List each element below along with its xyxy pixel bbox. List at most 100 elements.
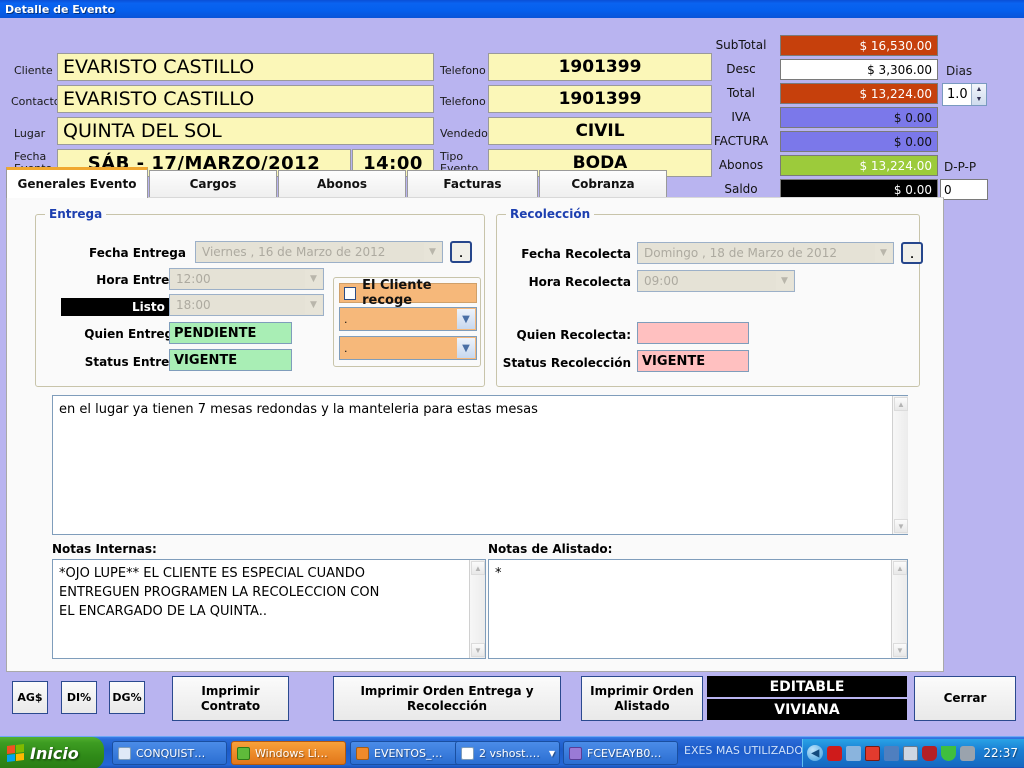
cliente-input[interactable]: EVARISTO CASTILLO bbox=[57, 53, 434, 81]
label-cliente: Cliente bbox=[14, 64, 53, 77]
fecha-recolecta-dot-button[interactable]: . bbox=[901, 242, 923, 264]
mcafee-icon[interactable] bbox=[922, 745, 938, 761]
checkbox-icon[interactable] bbox=[344, 286, 357, 300]
tab-cargos[interactable]: Cargos bbox=[149, 170, 277, 197]
status-recoleccion-input[interactable]: VIGENTE bbox=[637, 350, 749, 372]
notas-internas-textarea[interactable]: *OJO LUPE** EL CLIENTE ES ESPECIAL CUAND… bbox=[52, 559, 486, 659]
taskbar-item-label: 2 vshost.… bbox=[479, 746, 540, 760]
fecha-recolecta-picker[interactable]: Domingo , 18 de Marzo de 2012 ▼ bbox=[637, 242, 894, 264]
quien-recolecta-input[interactable] bbox=[637, 322, 749, 344]
dias-stepper[interactable]: 1.0 ▲ ▼ bbox=[942, 83, 987, 106]
user-offline-icon[interactable] bbox=[846, 745, 862, 761]
cliente-recoge-combo-1[interactable]: . ▼ bbox=[339, 307, 477, 331]
dpp-input[interactable]: 0 bbox=[940, 179, 988, 200]
notas-generales-scrollbar[interactable]: ▲ ▼ bbox=[892, 396, 908, 534]
telefono-2-input[interactable]: 1901399 bbox=[488, 85, 712, 113]
taskbar-item-fceveaybo[interactable]: FCEVEAYB0… bbox=[563, 741, 678, 765]
taskbar-clock[interactable]: 22:37 bbox=[983, 746, 1018, 760]
label-status-recoleccion: Status Recolección bbox=[502, 356, 631, 370]
scroll-down-icon[interactable]: ▼ bbox=[471, 643, 485, 657]
label-dias: Dias bbox=[946, 64, 973, 78]
label-hora-recolecta: Hora Recolecta bbox=[528, 275, 631, 289]
taskbar-group-label: EXES MAS UTILIZADOS bbox=[684, 744, 810, 757]
application-window: Detalle de Evento Cliente EVARISTO CASTI… bbox=[0, 0, 1024, 768]
listo-a-picker[interactable]: 18:00 ▼ bbox=[169, 294, 324, 316]
label-dpp: D-P-P bbox=[944, 160, 977, 174]
taskbar-item-eventos[interactable]: EVENTOS_… bbox=[350, 741, 465, 765]
window-title: Detalle de Evento bbox=[5, 2, 116, 16]
dot-button-label: . bbox=[910, 247, 914, 261]
start-button[interactable]: Inicio bbox=[0, 737, 104, 768]
contacto-input[interactable]: EVARISTO CASTILLO bbox=[57, 85, 434, 113]
document-icon bbox=[118, 746, 131, 760]
hora-recolecta-picker[interactable]: 09:00 ▼ bbox=[637, 270, 795, 292]
telefono-1-input[interactable]: 1901399 bbox=[488, 53, 712, 81]
cliente-recoge-label: El Cliente recoge bbox=[362, 278, 432, 308]
label-desc: Desc bbox=[726, 62, 756, 76]
display-icon[interactable] bbox=[903, 745, 919, 761]
imprimir-contrato-button[interactable]: Imprimir Contrato bbox=[172, 676, 289, 721]
chevron-down-icon[interactable]: ▼ bbox=[875, 244, 892, 262]
tab-abonos[interactable]: Abonos bbox=[278, 170, 406, 197]
tab-cobranza[interactable]: Cobranza bbox=[539, 170, 667, 197]
notas-generales-textarea[interactable]: en el lugar ya tienen 7 mesas redondas y… bbox=[52, 395, 908, 535]
chevron-down-icon[interactable]: ▼ bbox=[776, 272, 793, 290]
hora-entrega-picker[interactable]: 12:00 ▼ bbox=[169, 268, 324, 290]
vendedor-input[interactable]: CIVIL bbox=[488, 117, 712, 145]
notas-alistado-scrollbar[interactable]: ▲ ▼ bbox=[891, 560, 907, 658]
notas-internas-scrollbar[interactable]: ▲ ▼ bbox=[469, 560, 485, 658]
cliente-recoge-combo-2[interactable]: . ▼ bbox=[339, 336, 477, 360]
chevron-down-icon[interactable]: ▼ bbox=[305, 296, 322, 314]
lugar-input[interactable]: QUINTA DEL SOL bbox=[57, 117, 434, 145]
label-telefono-1: Telefono bbox=[440, 64, 486, 77]
tab-generales-evento[interactable]: Generales Evento bbox=[6, 167, 148, 198]
start-button-label: Inicio bbox=[30, 743, 79, 763]
scroll-down-icon[interactable]: ▼ bbox=[893, 643, 907, 657]
scroll-up-icon[interactable]: ▲ bbox=[893, 561, 907, 575]
recording-icon[interactable] bbox=[865, 745, 881, 761]
cerrar-button[interactable]: Cerrar bbox=[914, 676, 1016, 721]
dias-spin-buttons[interactable]: ▲ ▼ bbox=[971, 84, 986, 105]
taskbar-item-windows-live[interactable]: Windows Li… bbox=[231, 741, 346, 765]
chevron-down-icon[interactable]: ▼ bbox=[305, 270, 322, 288]
volume-icon[interactable] bbox=[960, 745, 976, 761]
quien-entrega-input[interactable]: PENDIENTE bbox=[169, 322, 292, 344]
tab-label: Abonos bbox=[316, 177, 368, 191]
taskbar-toolbar-group[interactable]: EXES MAS UTILIZADOS » bbox=[684, 743, 822, 758]
show-hidden-icons-button[interactable]: ◀ bbox=[807, 745, 824, 761]
fecha-recolecta-value: Domingo , 18 de Marzo de 2012 bbox=[644, 246, 837, 260]
imprimir-orden-entrega-button[interactable]: Imprimir Orden Entrega y Recolección bbox=[333, 676, 561, 721]
network-disconnected-icon[interactable] bbox=[884, 745, 900, 761]
chevron-down-icon[interactable]: ▼ bbox=[424, 243, 441, 261]
value-iva: $ 0.00 bbox=[780, 107, 938, 128]
chevron-down-icon[interactable]: ▼ bbox=[457, 338, 475, 358]
acrobat-icon[interactable] bbox=[827, 745, 843, 761]
value-desc[interactable]: $ 3,306.00 bbox=[780, 59, 938, 80]
descuento-global-button[interactable]: DG% bbox=[109, 681, 145, 714]
ags-button[interactable]: AG$ bbox=[12, 681, 48, 714]
value-total: $ 13,224.00 bbox=[780, 83, 938, 104]
notas-alistado-textarea[interactable]: * bbox=[488, 559, 908, 659]
label-fecha-entrega: Fecha Entrega bbox=[88, 246, 186, 260]
chevron-down-icon[interactable]: ▼ bbox=[457, 309, 475, 329]
messenger-icon bbox=[237, 746, 250, 760]
imprimir-orden-alistado-button[interactable]: Imprimir Orden Alistado bbox=[581, 676, 703, 721]
fecha-entrega-dot-button[interactable]: . bbox=[450, 241, 472, 263]
taskbar-item-conquist[interactable]: CONQUIST… bbox=[112, 741, 227, 765]
scroll-up-icon[interactable]: ▲ bbox=[471, 561, 485, 575]
group-recoleccion: Recolección Fecha Recolecta Domingo , 18… bbox=[496, 207, 923, 387]
scroll-down-icon[interactable]: ▼ bbox=[894, 519, 908, 533]
status-entrega-input[interactable]: VIGENTE bbox=[169, 349, 292, 371]
listo-a-value: 18:00 bbox=[176, 298, 211, 312]
chevron-down-icon[interactable]: ▼ bbox=[549, 749, 555, 758]
dias-value: 1.0 bbox=[947, 87, 968, 102]
scroll-up-icon[interactable]: ▲ bbox=[894, 397, 908, 411]
descuento-individual-button[interactable]: DI% bbox=[61, 681, 97, 714]
label-listo-a: Listo a: bbox=[61, 298, 186, 316]
taskbar-item-vshost-group[interactable]: 2 vshost.… ▼ bbox=[455, 741, 560, 765]
wireless-icon[interactable] bbox=[941, 745, 957, 761]
fecha-entrega-picker[interactable]: Viernes , 16 de Marzo de 2012 ▼ bbox=[195, 241, 443, 263]
tab-facturas[interactable]: Facturas bbox=[407, 170, 538, 197]
cliente-recoge-checkbox-row[interactable]: El Cliente recoge bbox=[339, 278, 477, 308]
dot-button-label: . bbox=[459, 246, 463, 260]
